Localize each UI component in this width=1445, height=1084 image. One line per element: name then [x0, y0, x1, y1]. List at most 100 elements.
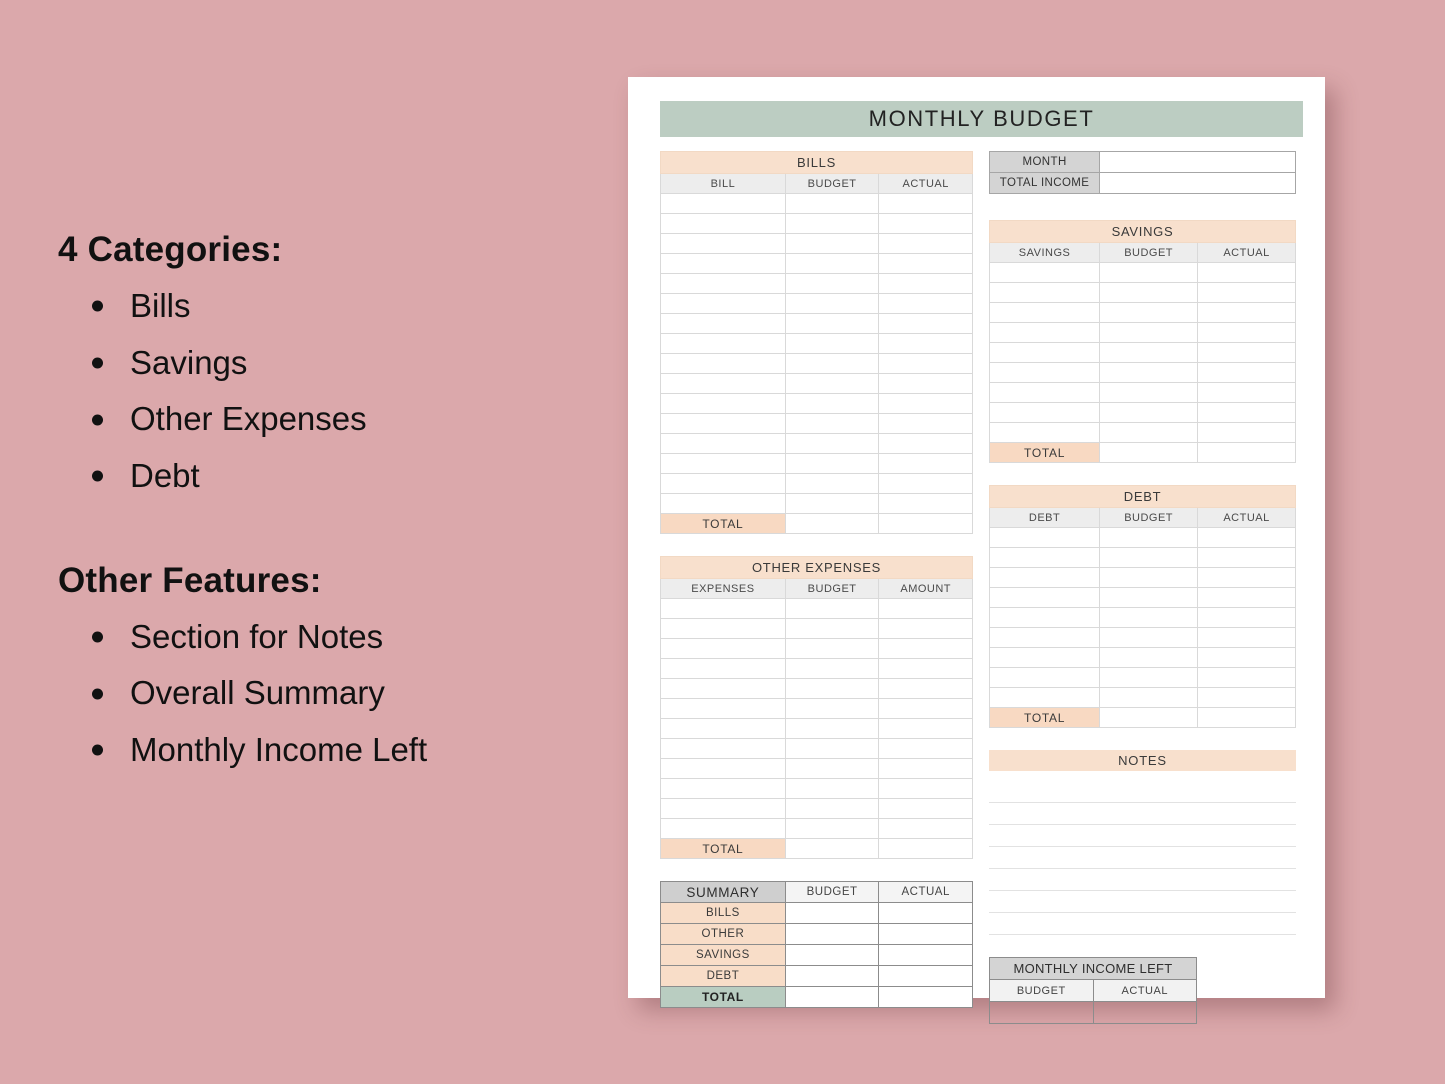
cell-budget[interactable]	[1099, 342, 1199, 363]
cell-budget[interactable]	[1099, 547, 1199, 568]
cell-budget[interactable]	[1099, 627, 1199, 648]
cell-debt[interactable]	[988, 607, 1101, 628]
total-income-input[interactable]	[1099, 172, 1296, 194]
cell-budget[interactable]	[784, 273, 880, 294]
cell-actual[interactable]	[1197, 422, 1296, 443]
table-row[interactable]	[660, 798, 973, 819]
table-row[interactable]	[660, 413, 973, 434]
cell-amount[interactable]	[878, 818, 973, 839]
other-total-budget[interactable]	[784, 838, 880, 859]
cell-bill[interactable]	[660, 413, 786, 434]
cell-actual[interactable]	[878, 473, 973, 494]
cell-budget[interactable]	[1099, 607, 1199, 628]
cell-debt[interactable]	[988, 587, 1101, 608]
cell-budget[interactable]	[784, 638, 880, 659]
cell-expense[interactable]	[660, 798, 786, 819]
cell-bill[interactable]	[660, 373, 786, 394]
cell-budget[interactable]	[784, 738, 880, 759]
cell-savings[interactable]	[988, 362, 1101, 383]
cell-actual[interactable]	[1197, 302, 1296, 323]
cell-actual[interactable]	[1197, 527, 1296, 548]
cell-budget[interactable]	[1099, 687, 1199, 708]
cell-budget[interactable]	[784, 253, 880, 274]
cell-expense[interactable]	[660, 698, 786, 719]
table-row[interactable]	[660, 678, 973, 699]
table-row[interactable]	[660, 193, 973, 214]
bills-total-row[interactable]: TOTAL	[660, 513, 973, 534]
cell-budget[interactable]	[784, 313, 880, 334]
cell-savings[interactable]	[988, 402, 1101, 423]
cell-budget[interactable]	[784, 818, 880, 839]
table-row[interactable]	[988, 382, 1296, 403]
cell-bill[interactable]	[660, 393, 786, 414]
summary-bills-actual[interactable]	[878, 902, 973, 924]
table-row[interactable]	[988, 667, 1296, 688]
cell-actual[interactable]	[878, 333, 973, 354]
cell-budget[interactable]	[1099, 322, 1199, 343]
table-row[interactable]	[660, 253, 973, 274]
table-row[interactable]	[660, 738, 973, 759]
summary-row-debt[interactable]: DEBT	[660, 965, 973, 987]
cell-budget[interactable]	[784, 353, 880, 374]
cell-actual[interactable]	[878, 293, 973, 314]
table-row[interactable]	[660, 473, 973, 494]
cell-actual[interactable]	[878, 273, 973, 294]
cell-actual[interactable]	[1197, 362, 1296, 383]
table-row[interactable]	[988, 527, 1296, 548]
table-row[interactable]	[988, 647, 1296, 668]
cell-budget[interactable]	[784, 658, 880, 679]
debt-total-row[interactable]: TOTAL	[988, 707, 1296, 728]
cell-actual[interactable]	[878, 233, 973, 254]
cell-budget[interactable]	[1099, 282, 1199, 303]
table-row[interactable]	[660, 618, 973, 639]
cell-actual[interactable]	[1197, 547, 1296, 568]
cell-budget[interactable]	[1099, 567, 1199, 588]
cell-actual[interactable]	[1197, 687, 1296, 708]
cell-amount[interactable]	[878, 738, 973, 759]
month-input[interactable]	[1099, 151, 1296, 173]
cell-expense[interactable]	[660, 718, 786, 739]
cell-bill[interactable]	[660, 313, 786, 334]
cell-bill[interactable]	[660, 193, 786, 214]
cell-bill[interactable]	[660, 493, 786, 514]
cell-debt[interactable]	[988, 667, 1101, 688]
cell-budget[interactable]	[784, 473, 880, 494]
table-row[interactable]	[660, 293, 973, 314]
summary-total-budget[interactable]	[784, 986, 880, 1008]
cell-bill[interactable]	[660, 473, 786, 494]
cell-actual[interactable]	[878, 353, 973, 374]
cell-actual[interactable]	[1197, 587, 1296, 608]
table-row[interactable]	[660, 453, 973, 474]
cell-bill[interactable]	[660, 453, 786, 474]
cell-amount[interactable]	[878, 658, 973, 679]
summary-row-total[interactable]: TOTAL	[660, 986, 973, 1008]
table-row[interactable]	[988, 687, 1296, 708]
notes-lines[interactable]	[989, 771, 1296, 935]
cell-budget[interactable]	[1099, 422, 1199, 443]
cell-savings[interactable]	[988, 422, 1101, 443]
table-row[interactable]	[988, 587, 1296, 608]
cell-savings[interactable]	[988, 282, 1101, 303]
cell-budget[interactable]	[784, 233, 880, 254]
note-line[interactable]	[989, 803, 1296, 825]
cell-savings[interactable]	[988, 382, 1101, 403]
cell-debt[interactable]	[988, 547, 1101, 568]
note-line[interactable]	[989, 891, 1296, 913]
cell-budget[interactable]	[1099, 362, 1199, 383]
cell-actual[interactable]	[878, 393, 973, 414]
table-row[interactable]	[660, 213, 973, 234]
table-row[interactable]	[660, 638, 973, 659]
cell-expense[interactable]	[660, 618, 786, 639]
cell-budget[interactable]	[784, 213, 880, 234]
other-total-amount[interactable]	[878, 838, 973, 859]
note-line[interactable]	[989, 847, 1296, 869]
cell-amount[interactable]	[878, 698, 973, 719]
table-row[interactable]	[988, 282, 1296, 303]
summary-total-actual[interactable]	[878, 986, 973, 1008]
summary-other-budget[interactable]	[784, 923, 880, 945]
summary-savings-actual[interactable]	[878, 944, 973, 966]
note-line[interactable]	[989, 913, 1296, 935]
cell-budget[interactable]	[784, 453, 880, 474]
bills-total-budget[interactable]	[784, 513, 880, 534]
cell-bill[interactable]	[660, 233, 786, 254]
